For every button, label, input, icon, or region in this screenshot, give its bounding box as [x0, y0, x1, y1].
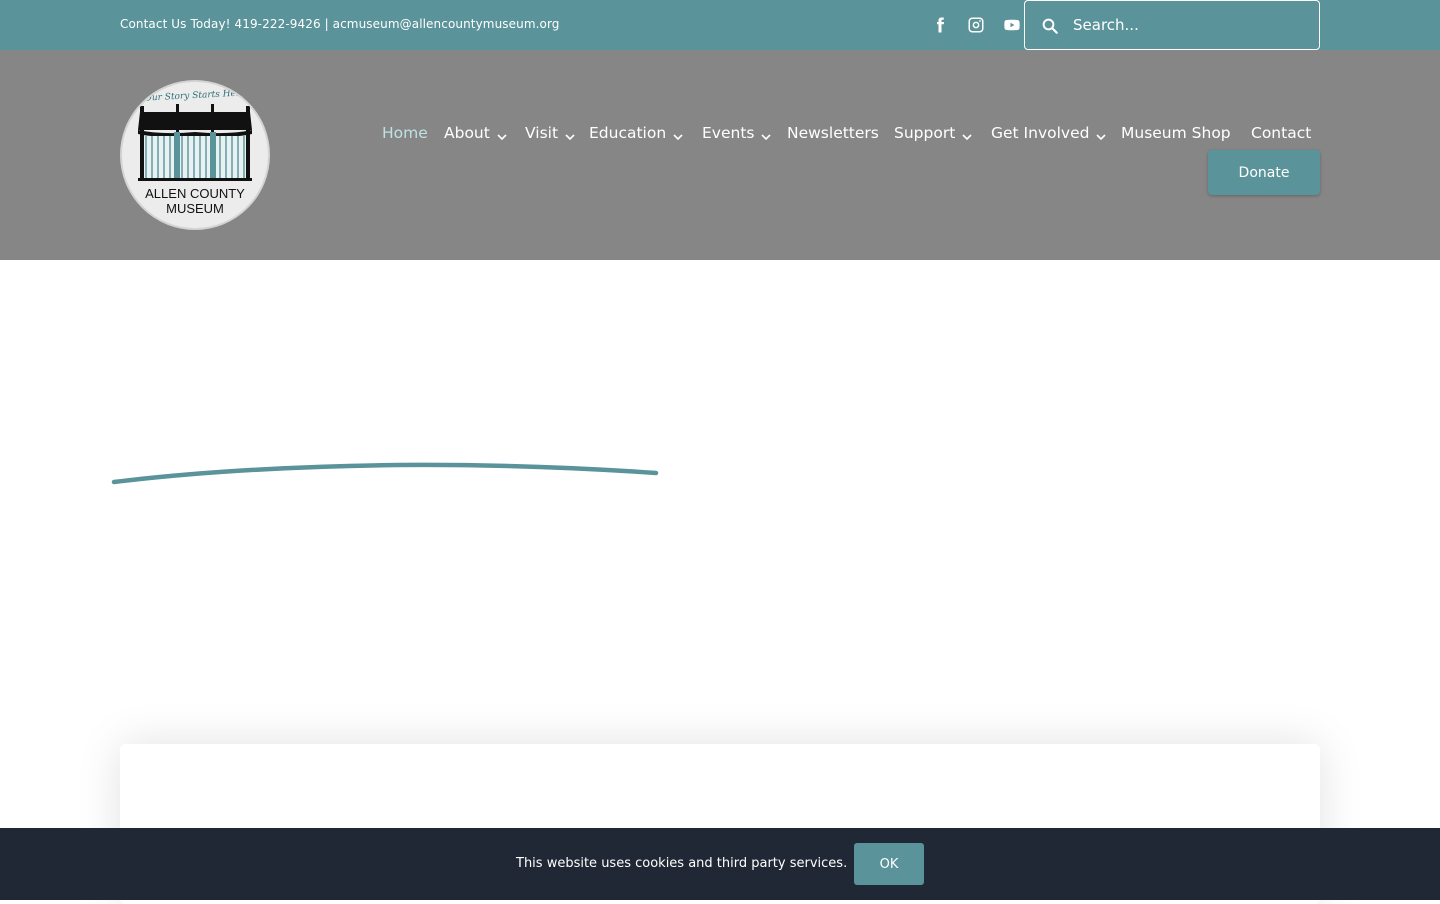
nav-contact[interactable]: Contact	[1251, 124, 1311, 142]
cookie-ok-button[interactable]: OK	[854, 843, 924, 885]
youtube-icon[interactable]	[1001, 14, 1023, 36]
instagram-icon[interactable]	[965, 14, 987, 36]
contact-info[interactable]: Contact Us Today! 419-222-9426 | acmuseu…	[120, 17, 560, 31]
nav-contact-label: Contact	[1251, 124, 1312, 142]
nav-get-involved-label: Get Involved	[991, 124, 1090, 142]
nav-events-label: Events	[702, 124, 755, 142]
chevron-down-icon	[962, 128, 972, 141]
chevron-down-icon	[497, 128, 507, 141]
nav-newsletters[interactable]: Newsletters	[787, 124, 879, 142]
chevron-down-icon	[673, 128, 683, 141]
search-icon[interactable]	[1041, 17, 1059, 35]
logo-title-line2: MUSEUM	[166, 201, 224, 216]
museum-logo[interactable]: Our Story Starts Here ALLEN COUNTY MUSEU…	[120, 80, 270, 230]
nav-education-label: Education	[589, 124, 667, 142]
cookie-message: This website uses cookies and third part…	[516, 856, 848, 871]
search-box	[1024, 0, 1320, 50]
nav-support-label: Support	[894, 124, 956, 142]
nav-visit[interactable]: Visit	[525, 124, 575, 142]
nav-home[interactable]: Home	[382, 124, 428, 142]
chevron-down-icon	[565, 128, 575, 141]
nav-visit-label: Visit	[525, 124, 559, 142]
logo-title-line1: ALLEN COUNTY	[145, 186, 245, 201]
nav-newsletters-label: Newsletters	[787, 124, 879, 142]
nav-events[interactable]: Events	[702, 124, 772, 142]
search-input[interactable]	[1073, 2, 1313, 48]
nav-about[interactable]: About	[444, 124, 507, 142]
nav-education[interactable]: Education	[589, 124, 683, 142]
facebook-icon[interactable]	[929, 14, 951, 36]
nav-get-involved[interactable]: Get Involved	[991, 124, 1107, 142]
nav-museum-shop[interactable]: Museum Shop	[1121, 124, 1231, 142]
decorative-swoosh	[111, 462, 659, 485]
top-bar: Contact Us Today! 419-222-9426 | acmuseu…	[0, 0, 1440, 50]
chevron-down-icon	[761, 128, 772, 141]
nav-home-label: Home	[382, 124, 428, 142]
nav-museum-shop-label: Museum Shop	[1121, 124, 1231, 142]
nav-support[interactable]: Support	[894, 124, 972, 142]
chevron-down-icon	[1096, 128, 1107, 141]
cookie-consent-bar: This website uses cookies and third part…	[0, 828, 1440, 900]
nav-about-label: About	[444, 124, 490, 142]
donate-button[interactable]: Donate	[1208, 150, 1320, 195]
